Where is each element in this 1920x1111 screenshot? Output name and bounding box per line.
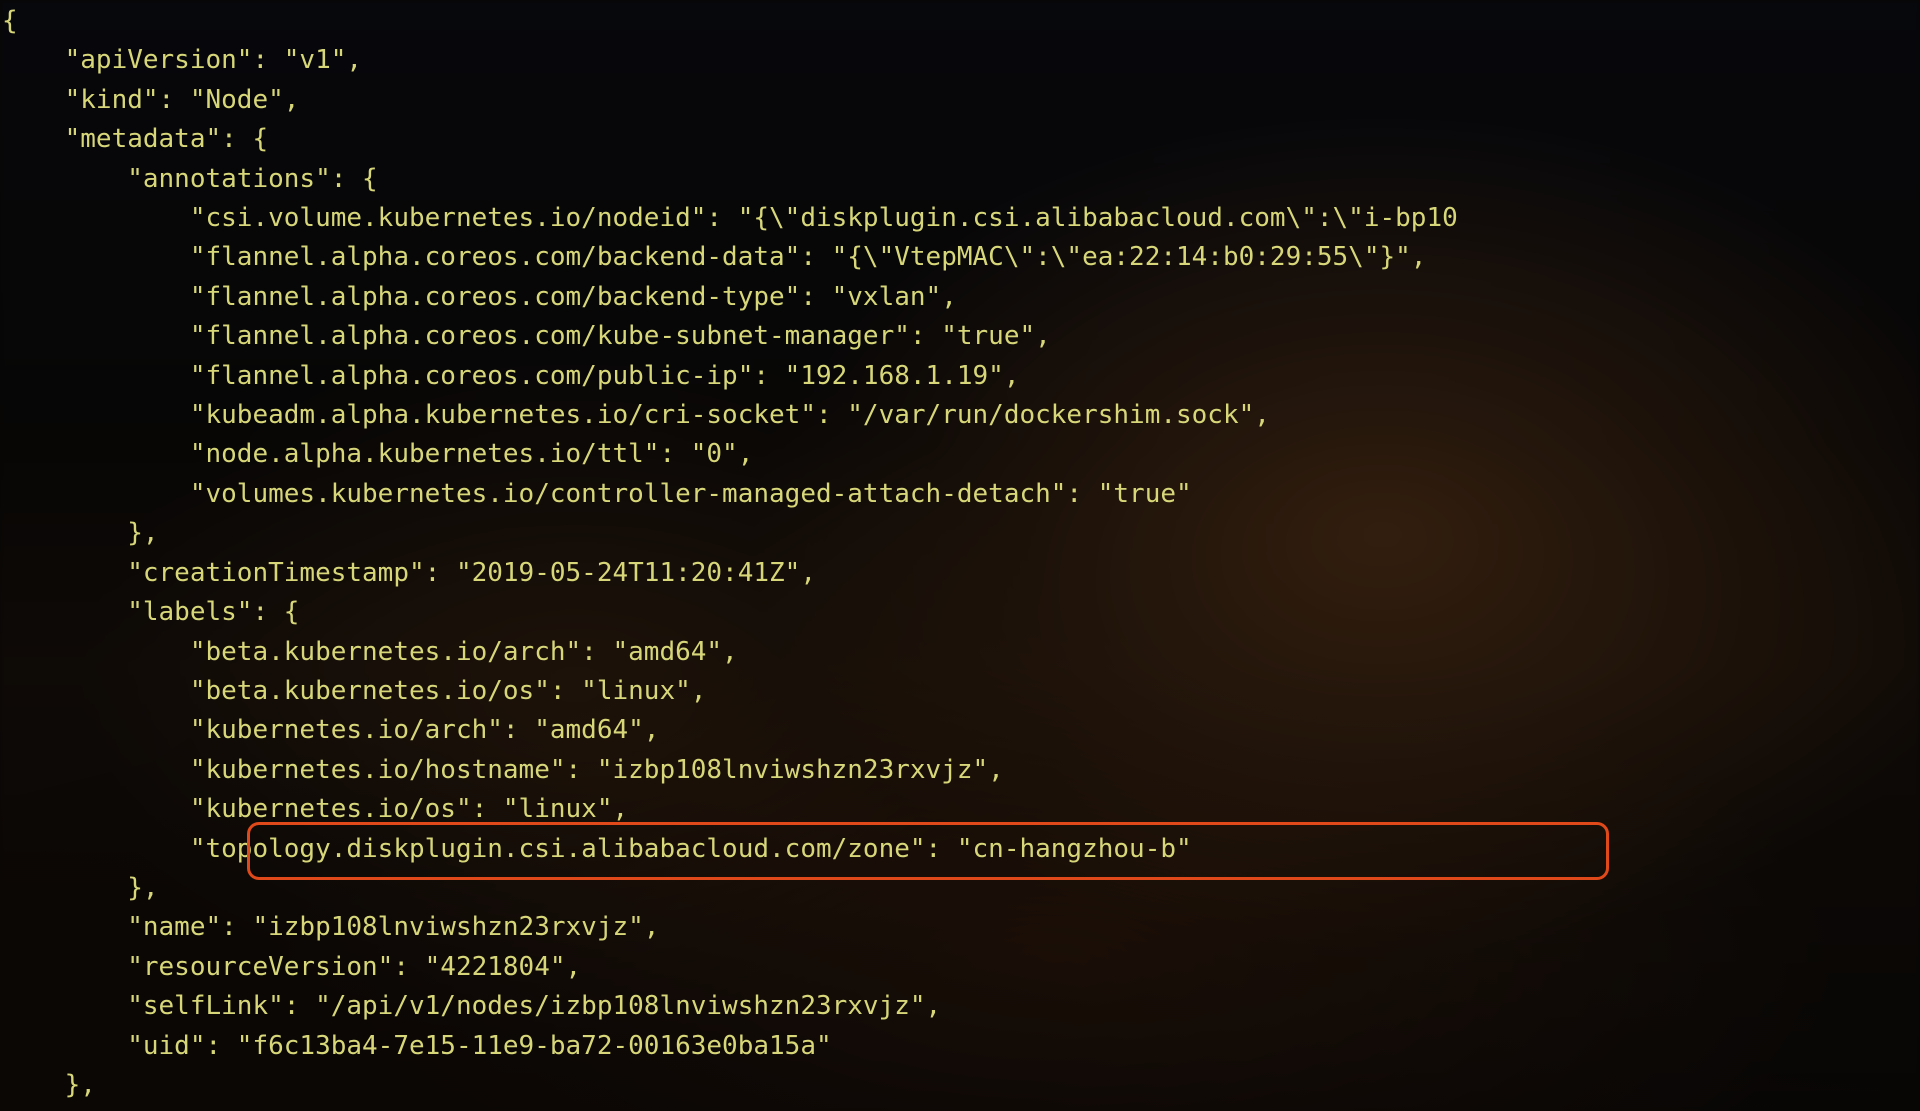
code-line: "selfLink": "/api/v1/nodes/izbp108lnviws…	[2, 991, 941, 1021]
code-line: "kind": "Node",	[2, 85, 299, 115]
code-line: {	[2, 6, 18, 36]
code-line: "apiVersion": "v1",	[2, 45, 362, 75]
code-line: },	[2, 1070, 96, 1100]
code-line: },	[2, 518, 159, 548]
code-line: "kubernetes.io/os": "linux",	[2, 794, 628, 824]
code-line: "flannel.alpha.coreos.com/kube-subnet-ma…	[2, 321, 1051, 351]
code-line: },	[2, 873, 159, 903]
code-line: "kubernetes.io/hostname": "izbp108lnviws…	[2, 755, 1004, 785]
code-line: "flannel.alpha.coreos.com/public-ip": "1…	[2, 361, 1019, 391]
terminal-output[interactable]: { "apiVersion": "v1", "kind": "Node", "m…	[0, 0, 1920, 1105]
code-line: "annotations": {	[2, 164, 378, 194]
highlight-box	[247, 822, 1609, 880]
code-line: "csi.volume.kubernetes.io/nodeid": "{\"d…	[2, 203, 1458, 233]
code-line: "node.alpha.kubernetes.io/ttl": "0",	[2, 439, 753, 469]
code-line: "labels": {	[2, 597, 299, 627]
code-line: "volumes.kubernetes.io/controller-manage…	[2, 479, 1192, 509]
code-line: "kubernetes.io/arch": "amd64",	[2, 715, 659, 745]
code-line: "metadata": {	[2, 124, 268, 154]
code-line: "creationTimestamp": "2019-05-24T11:20:4…	[2, 558, 816, 588]
code-line: "uid": "f6c13ba4-7e15-11e9-ba72-00163e0b…	[2, 1031, 832, 1061]
code-line: "name": "izbp108lnviwshzn23rxvjz",	[2, 912, 659, 942]
code-line: "beta.kubernetes.io/os": "linux",	[2, 676, 706, 706]
code-line: "beta.kubernetes.io/arch": "amd64",	[2, 637, 738, 667]
code-line: "kubeadm.alpha.kubernetes.io/cri-socket"…	[2, 400, 1270, 430]
code-line: "flannel.alpha.coreos.com/backend-type":…	[2, 282, 957, 312]
code-line: "resourceVersion": "4221804",	[2, 952, 581, 982]
code-line: "flannel.alpha.coreos.com/backend-data":…	[2, 242, 1426, 272]
